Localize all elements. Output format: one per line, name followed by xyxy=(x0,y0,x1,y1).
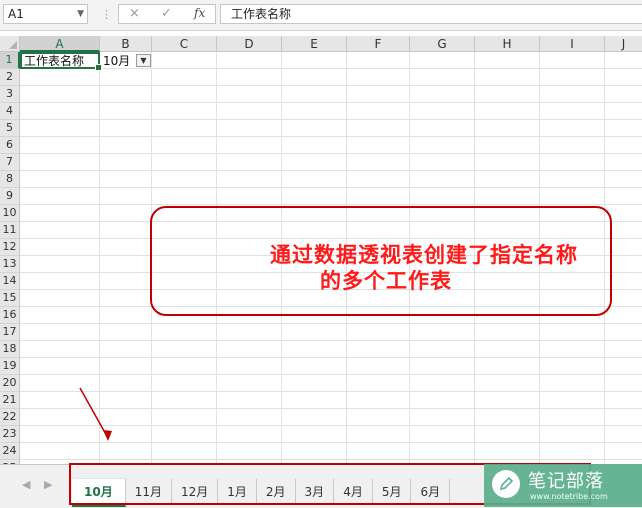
row-header-4[interactable]: 4 xyxy=(0,103,20,120)
gridline xyxy=(20,459,642,460)
row-header-2[interactable]: 2 xyxy=(0,69,20,86)
sheet-tab-11[interactable]: 11月 xyxy=(125,479,172,505)
name-box-value: A1 xyxy=(8,7,24,21)
prev-sheet-icon[interactable]: ◀ xyxy=(22,478,30,491)
gridline xyxy=(20,357,642,358)
row-header-14[interactable]: 14 xyxy=(0,273,20,290)
formula-input[interactable]: 工作表名称 xyxy=(220,4,642,24)
column-header-c[interactable]: C xyxy=(152,36,217,52)
gridline xyxy=(20,187,642,188)
column-header-f[interactable]: F xyxy=(347,36,410,52)
watermark: 笔记部落 www.notetribe.com xyxy=(484,464,642,507)
gridline xyxy=(20,170,642,171)
gridline xyxy=(20,340,642,341)
column-header-j[interactable]: J xyxy=(605,36,642,52)
gridline xyxy=(20,102,642,103)
gridline xyxy=(20,374,642,375)
row-header-16[interactable]: 16 xyxy=(0,307,20,324)
watermark-url: www.notetribe.com xyxy=(530,492,608,501)
name-box[interactable]: A1 ▼ xyxy=(3,4,88,24)
row-header-17[interactable]: 17 xyxy=(0,324,20,341)
column-header-d[interactable]: D xyxy=(217,36,282,52)
annotation-callout: 通过数据透视表创建了指定名称 的多个工作表 xyxy=(150,206,612,316)
confirm-icon[interactable]: ✓ xyxy=(161,6,172,21)
gridline xyxy=(20,204,642,205)
column-header-g[interactable]: G xyxy=(410,36,475,52)
sheet-tab-12[interactable]: 12月 xyxy=(171,479,219,505)
column-header-i[interactable]: I xyxy=(540,36,605,52)
annotation-line-2: 的多个工作表 xyxy=(320,269,452,293)
watermark-name: 笔记部落 xyxy=(528,471,604,492)
gridline xyxy=(20,119,642,120)
gridline xyxy=(20,85,642,86)
row-header-21[interactable]: 21 xyxy=(0,392,20,409)
select-all-button[interactable] xyxy=(0,36,20,52)
gridline xyxy=(20,136,642,137)
row-header-7[interactable]: 7 xyxy=(0,154,20,171)
sheet-tabs: 10月 11月 12月 1月 2月 3月 4月 5月 6月 xyxy=(72,465,451,508)
row-header-12[interactable]: 12 xyxy=(0,239,20,256)
row-header-18[interactable]: 18 xyxy=(0,341,20,358)
cell-b1[interactable]: 10月 xyxy=(103,53,130,69)
chevron-down-icon[interactable]: ▼ xyxy=(77,5,84,23)
row-header-3[interactable]: 3 xyxy=(0,86,20,103)
more-options-icon: ⋮ xyxy=(101,8,112,21)
row-header-11[interactable]: 11 xyxy=(0,222,20,239)
cancel-icon[interactable]: × xyxy=(129,6,140,21)
annotation-arrow-icon xyxy=(79,387,112,441)
sheet-tab-3[interactable]: 3月 xyxy=(295,479,335,505)
sheet-tab-10[interactable]: 10月 xyxy=(72,479,126,507)
next-sheet-icon[interactable]: ▶ xyxy=(44,478,52,491)
row-header-20[interactable]: 20 xyxy=(0,375,20,392)
row-header-23[interactable]: 23 xyxy=(0,426,20,443)
gridline xyxy=(20,323,642,324)
sheet-tab-5[interactable]: 5月 xyxy=(372,479,412,505)
gridline xyxy=(20,153,642,154)
row-header-24[interactable]: 24 xyxy=(0,443,20,460)
row-header-22[interactable]: 22 xyxy=(0,409,20,426)
row-header-8[interactable]: 8 xyxy=(0,171,20,188)
row-header-9[interactable]: 9 xyxy=(0,188,20,205)
column-header-a[interactable]: A xyxy=(20,36,100,52)
column-header-b[interactable]: B xyxy=(100,36,152,52)
row-header-10[interactable]: 10 xyxy=(0,205,20,222)
sheet-tab-6[interactable]: 6月 xyxy=(411,479,451,505)
column-header-h[interactable]: H xyxy=(475,36,540,52)
active-cell-outline xyxy=(20,52,102,71)
insert-function-icon[interactable]: fx xyxy=(194,6,205,20)
row-header-19[interactable]: 19 xyxy=(0,358,20,375)
row-header-13[interactable]: 13 xyxy=(0,256,20,273)
sheet-tab-1[interactable]: 1月 xyxy=(218,479,257,505)
formula-buttons: × ✓ fx xyxy=(118,4,216,24)
row-header-6[interactable]: 6 xyxy=(0,137,20,154)
filter-dropdown-icon[interactable]: ▼ xyxy=(136,54,151,67)
row-header-5[interactable]: 5 xyxy=(0,120,20,137)
pen-logo-icon xyxy=(492,470,520,498)
row-header-1[interactable]: 1 xyxy=(0,52,20,69)
column-header-e[interactable]: E xyxy=(282,36,347,52)
sheet-tab-4[interactable]: 4月 xyxy=(334,479,373,505)
formula-bar: A1 ▼ ⋮ × ✓ fx 工作表名称 xyxy=(0,0,642,31)
row-header-15[interactable]: 15 xyxy=(0,290,20,307)
sheet-tab-2[interactable]: 2月 xyxy=(256,479,296,505)
